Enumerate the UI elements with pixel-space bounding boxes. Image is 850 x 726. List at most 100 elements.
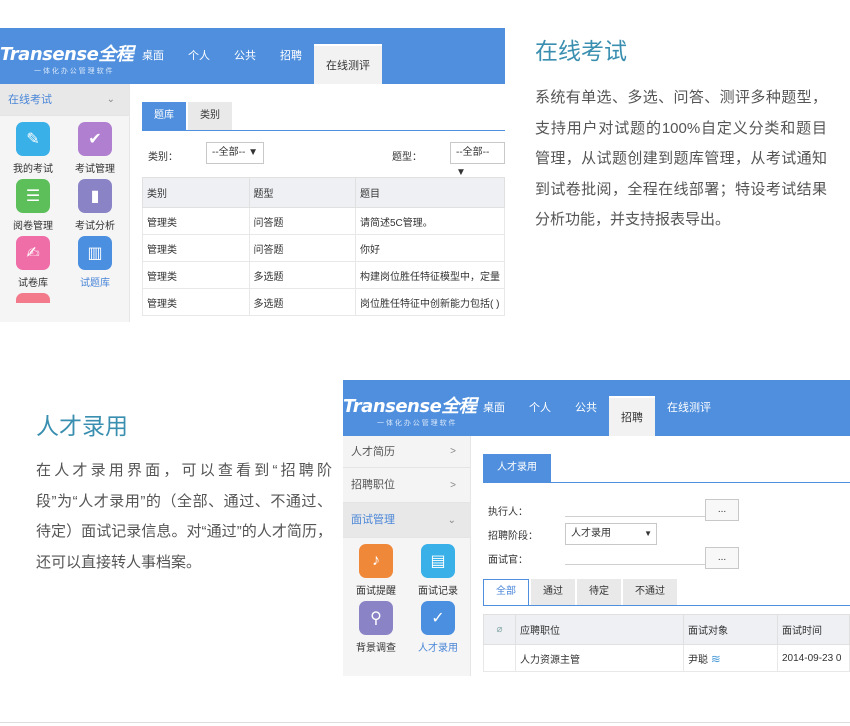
notebook-icon: ▤ bbox=[421, 544, 455, 578]
top-nav-bar: Transense全程 一 体 化 办 公 管 理 软 件 桌面 个人 公共 招… bbox=[0, 28, 505, 84]
cell-question: 岗位胜任特征中创新能力包括( ) bbox=[355, 288, 505, 316]
tile-label: 人才录用 bbox=[418, 643, 458, 654]
type-filter-label: 题型： bbox=[392, 152, 422, 163]
sidebar-header-online-exam[interactable]: 在线考试 ⌄ bbox=[0, 84, 129, 116]
column-header[interactable]: 应聘职位 bbox=[515, 614, 684, 645]
tile-paper-bank[interactable]: ✍ 试卷库 bbox=[2, 236, 64, 289]
executor-field[interactable] bbox=[565, 501, 705, 517]
tile-label: 试卷库 bbox=[18, 278, 48, 289]
bell-icon: ♪ bbox=[359, 544, 393, 578]
table-header-row: 类别 题型 题目 bbox=[142, 177, 505, 208]
table-row[interactable]: 管理类 问答题 你好 bbox=[142, 234, 505, 262]
nav-personal[interactable]: 个人 bbox=[517, 380, 563, 436]
cell-question: 你好 bbox=[355, 234, 505, 262]
attachment-icon: ⌀ bbox=[483, 614, 516, 645]
tab-strip: 题库 类别 bbox=[142, 102, 505, 130]
tab-passed[interactable]: 通过 bbox=[531, 579, 575, 605]
sidebar: 在线考试 ⌄ ✎ 我的考试 ✔ 考试管理 ☰ 阅卷管理 ▮ 考试分析 ✍ 试卷库 bbox=[0, 84, 130, 322]
column-header[interactable]: 类别 bbox=[142, 177, 250, 208]
sidebar-item-resume[interactable]: 人才简历 > bbox=[343, 436, 470, 468]
document-icon: ☰ bbox=[16, 179, 50, 213]
tile-label: 试题库 bbox=[80, 278, 110, 289]
main-panel: 题库 类别 类别： --全部-- ▼ 题型： --全部-- ▼ 类别 题型 题目… bbox=[142, 102, 505, 316]
tile-interview-reminder[interactable]: ♪ 面试提醒 bbox=[345, 544, 407, 597]
column-header[interactable]: 题目 bbox=[355, 177, 505, 208]
bottom-divider bbox=[0, 722, 850, 723]
tile-grading[interactable]: ☰ 阅卷管理 bbox=[2, 179, 64, 232]
nav-recruit[interactable]: 招聘 bbox=[609, 396, 655, 436]
category-filter-select[interactable]: --全部-- ▼ bbox=[206, 142, 264, 164]
interviewer-picker-button[interactable]: ... bbox=[705, 547, 739, 569]
tile-label: 面试提醒 bbox=[356, 586, 396, 597]
sidebar-item-label: 面试管理 bbox=[351, 514, 395, 526]
chevron-right-icon: > bbox=[450, 446, 456, 457]
column-header[interactable]: 面试对象 bbox=[683, 614, 778, 645]
candidate-name[interactable]: 尹聪 bbox=[688, 655, 708, 666]
nav-desktop[interactable]: 桌面 bbox=[471, 380, 517, 436]
interviewer-field[interactable] bbox=[565, 549, 705, 565]
table-header-row: ⌀ 应聘职位 面试对象 面试时间 bbox=[483, 614, 850, 645]
tile-background-check[interactable]: ⚲ 背景调查 bbox=[345, 601, 407, 654]
exam-app-screenshot: Transense全程 一 体 化 办 公 管 理 软 件 桌面 个人 公共 招… bbox=[0, 28, 505, 322]
cell-type: 多选题 bbox=[248, 261, 356, 289]
sidebar-item-label: 招聘职位 bbox=[351, 479, 395, 491]
clipboard-icon: ✓ bbox=[421, 601, 455, 635]
tab-failed[interactable]: 不通过 bbox=[623, 579, 677, 605]
tile-interview-record[interactable]: ▤ 面试记录 bbox=[407, 544, 469, 597]
table-row[interactable]: 管理类 多选题 岗位胜任特征中创新能力包括( ) bbox=[142, 288, 505, 316]
column-header[interactable]: 面试时间 bbox=[777, 614, 850, 645]
sidebar-item-positions[interactable]: 招聘职位 > bbox=[343, 468, 470, 503]
top-nav-bar: Transense全程 一 体 化 办 公 管 理 软 件 桌面 个人 公共 招… bbox=[343, 380, 850, 436]
tile-exam-manage[interactable]: ✔ 考试管理 bbox=[64, 122, 126, 175]
tile-question-bank[interactable]: ▥ 试题库 bbox=[64, 236, 126, 289]
interviewer-label: 面试官： bbox=[488, 555, 528, 566]
app-icon-grid: ✎ 我的考试 ✔ 考试管理 ☰ 阅卷管理 ▮ 考试分析 ✍ 试卷库 ▥ 试题库 bbox=[0, 116, 129, 309]
nav-personal[interactable]: 个人 bbox=[176, 28, 222, 84]
cell-candidate: 尹聪 ≋ bbox=[683, 644, 778, 672]
cell-category: 管理类 bbox=[142, 288, 250, 316]
panel-tab-strip: 人才录用 bbox=[483, 454, 850, 482]
certificate-icon: ✎ bbox=[16, 122, 50, 156]
tab-pending[interactable]: 待定 bbox=[577, 579, 621, 605]
tab-question-bank[interactable]: 题库 bbox=[142, 102, 186, 130]
category-filter-label: 类别： bbox=[148, 152, 178, 163]
tile-partial bbox=[2, 293, 64, 303]
sidebar: 人才简历 > 招聘职位 > 面试管理 ⌄ ♪ 面试提醒 ▤ 面试记录 ⚲ 背景调… bbox=[343, 436, 471, 676]
nav-desktop[interactable]: 桌面 bbox=[130, 28, 176, 84]
tile-label: 阅卷管理 bbox=[13, 221, 53, 232]
nav-online-eval[interactable]: 在线测评 bbox=[655, 380, 723, 436]
tab-category[interactable]: 类别 bbox=[188, 102, 232, 130]
filter-row: 类别： --全部-- ▼ 题型： --全部-- ▼ bbox=[142, 131, 505, 178]
tile-my-exam[interactable]: ✎ 我的考试 bbox=[2, 122, 64, 175]
nav-public[interactable]: 公共 bbox=[222, 28, 268, 84]
question-table: 类别 题型 题目 管理类 问答题 请简述5C管理。 管理类 问答题 你好 管理类… bbox=[142, 177, 505, 316]
tile-label: 考试管理 bbox=[75, 164, 115, 175]
tab-all[interactable]: 全部 bbox=[483, 579, 529, 605]
app-logo: Transense全程 bbox=[343, 396, 477, 417]
chevron-down-icon: ⌄ bbox=[447, 515, 456, 526]
nav-online-eval[interactable]: 在线测评 bbox=[314, 44, 382, 84]
executor-picker-button[interactable]: ... bbox=[705, 499, 739, 521]
column-header[interactable]: 题型 bbox=[248, 177, 356, 208]
table-row[interactable]: 管理类 多选题 构建岗位胜任特征模型中，定量 bbox=[142, 261, 505, 289]
stage-label: 招聘阶段： bbox=[488, 531, 538, 542]
table-row[interactable]: 人力资源主管 尹聪 ≋ 2014-09-23 0 bbox=[483, 644, 850, 672]
cell-type: 问答题 bbox=[248, 207, 356, 235]
tile-label: 背景调查 bbox=[356, 643, 396, 654]
layers-icon[interactable]: ≋ bbox=[711, 652, 721, 666]
sidebar-item-interview[interactable]: 面试管理 ⌄ bbox=[343, 503, 470, 538]
table-row[interactable]: 管理类 问答题 请简述5C管理。 bbox=[142, 207, 505, 235]
tab-talent-hire[interactable]: 人才录用 bbox=[483, 454, 551, 482]
nav-public[interactable]: 公共 bbox=[563, 380, 609, 436]
type-filter-select[interactable]: --全部-- ▼ bbox=[450, 142, 505, 178]
edit-paper-icon: ✍ bbox=[16, 236, 50, 270]
section-heading-online-exam: 在线考试 bbox=[535, 38, 627, 64]
tile-exam-analysis[interactable]: ▮ 考试分析 bbox=[64, 179, 126, 232]
sidebar-header-label: 在线考试 bbox=[8, 94, 52, 106]
nav-recruit[interactable]: 招聘 bbox=[268, 28, 314, 84]
tile-talent-hire[interactable]: ✓ 人才录用 bbox=[407, 601, 469, 654]
cell-position: 人力资源主管 bbox=[515, 644, 684, 672]
books-icon: ▥ bbox=[78, 236, 112, 270]
cell-category: 管理类 bbox=[142, 234, 250, 262]
stage-select[interactable]: 人才录用 ▼ bbox=[565, 523, 657, 545]
